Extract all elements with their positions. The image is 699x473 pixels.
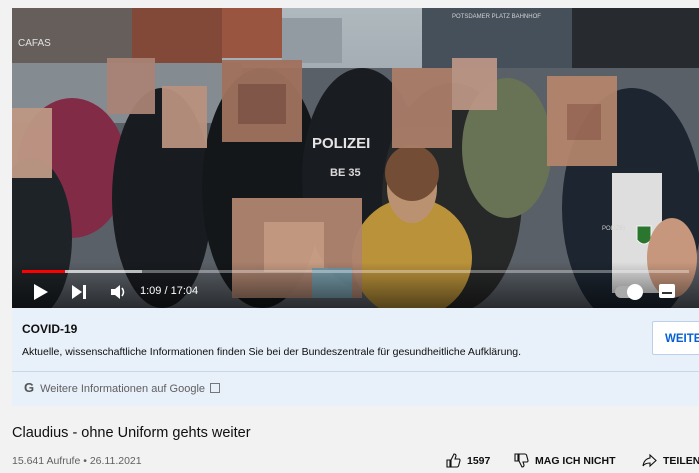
next-button[interactable]: [72, 285, 86, 299]
external-link-icon: [210, 383, 221, 393]
like-button[interactable]: 1597: [446, 453, 490, 468]
google-info-link[interactable]: G Weitere Informationen auf Google: [24, 380, 221, 395]
google-icon: G: [24, 380, 35, 395]
progress-bar[interactable]: [22, 270, 689, 273]
info-panel-title: COVID-19: [22, 322, 78, 336]
subtitles-button[interactable]: [659, 284, 675, 298]
thumbs-down-icon: [514, 453, 529, 468]
share-icon: [642, 453, 657, 468]
share-button[interactable]: TEILEN: [642, 453, 699, 468]
player-controls: 1:09 / 17:04: [12, 262, 699, 308]
volume-icon: [111, 285, 125, 299]
volume-button[interactable]: [110, 283, 128, 301]
progress-fill: [22, 270, 66, 273]
like-count: 1597: [467, 454, 491, 467]
video-meta: 15.641 Aufrufe • 26.11.2021: [12, 455, 142, 467]
dislike-label: MAG ICH NICHT: [535, 454, 616, 467]
video-player[interactable]: CAFAS POTSDAMER PLATZ BAHNHOF POLIZEI BE…: [12, 8, 699, 308]
google-info-label: Weitere Informationen auf Google: [40, 383, 206, 395]
video-title: Claudius - ohne Uniform gehts weiter: [12, 425, 251, 441]
next-icon: [72, 285, 86, 299]
play-icon: [34, 284, 48, 300]
autoplay-toggle-icon: [627, 284, 643, 300]
thumbs-up-icon: [446, 453, 461, 468]
autoplay-toggle[interactable]: [615, 284, 643, 300]
info-panel-text: Aktuelle, wissenschaftliche Informatione…: [22, 346, 522, 358]
info-divider: [12, 371, 699, 372]
covid-info-panel: COVID-19 Aktuelle, wissenschaftliche Inf…: [12, 308, 699, 406]
more-info-button[interactable]: WEITER: [652, 321, 699, 355]
play-button[interactable]: [34, 284, 48, 300]
dislike-button[interactable]: MAG ICH NICHT: [514, 453, 616, 468]
time-display: 1:09 / 17:04: [140, 285, 199, 297]
subtitles-icon: [662, 292, 672, 294]
share-label: TEILEN: [663, 454, 699, 467]
